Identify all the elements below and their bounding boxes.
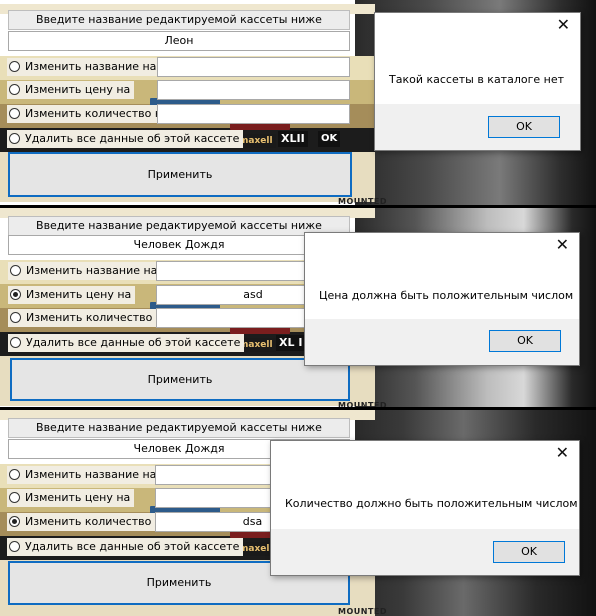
radio-rename[interactable] xyxy=(9,60,20,72)
dialog-message: Такой кассеты в каталоге нет xyxy=(389,73,565,86)
apply-button[interactable]: Применить xyxy=(8,152,352,197)
option-price-label: Изменить цену на xyxy=(25,491,131,504)
close-icon[interactable]: ✕ xyxy=(556,445,569,461)
option-price[interactable]: Изменить цену на xyxy=(7,81,135,99)
screenshot-panel-1: maxell XLII OK MOUNTED Введите название … xyxy=(0,0,596,205)
option-delete[interactable]: Удалить все данные об этой кассете xyxy=(7,538,244,556)
option-price-label: Изменить цену на xyxy=(26,288,132,301)
dialog-message: Цена должна быть положительным числом xyxy=(319,289,574,302)
radio-price[interactable] xyxy=(9,83,20,95)
apply-button[interactable]: Применить xyxy=(10,358,350,401)
dialog-footer: OK xyxy=(305,319,579,365)
option-quantity[interactable]: Изменить количество на xyxy=(7,105,173,123)
xlii-label: XLII xyxy=(278,131,308,147)
price-input[interactable] xyxy=(157,80,350,100)
option-price[interactable]: Изменить цену на xyxy=(8,286,136,304)
ok-button[interactable]: OK xyxy=(488,116,560,138)
cassette-name-input[interactable]: Леон xyxy=(8,31,350,51)
option-quantity-label: Изменить количество на xyxy=(25,107,169,120)
option-rename[interactable]: Изменить название на xyxy=(8,262,162,280)
option-rename-label: Изменить название на xyxy=(25,60,157,73)
ok-button[interactable]: OK xyxy=(489,330,561,352)
option-rename-label: Изменить название на xyxy=(26,264,158,277)
mounted-tag: MOUNTED xyxy=(338,197,388,206)
option-rename[interactable]: Изменить название на xyxy=(7,466,161,484)
option-price[interactable]: Изменить цену на xyxy=(7,489,135,507)
radio-delete[interactable] xyxy=(10,336,21,348)
error-dialog: ✕ Цена должна быть положительным числом … xyxy=(304,232,580,366)
option-rename-label: Изменить название на xyxy=(25,468,157,481)
error-dialog: ✕ Количество должно быть положительным ч… xyxy=(270,440,580,576)
dialog-message: Количество должно быть положительным чис… xyxy=(285,497,578,510)
header-label: Введите название редактируемой кассеты н… xyxy=(8,10,350,30)
radio-rename[interactable] xyxy=(9,468,20,480)
option-delete[interactable]: Удалить все данные об этой кассете xyxy=(8,334,245,352)
screenshot-panel-2: maxell XL I MOUNTED Введите название ред… xyxy=(0,208,596,407)
quantity-input[interactable] xyxy=(157,104,350,124)
radio-quantity[interactable] xyxy=(9,515,20,527)
option-quantity[interactable]: Изменить количество на xyxy=(8,309,174,327)
xl-label: XL I xyxy=(276,335,306,351)
option-rename[interactable]: Изменить название на xyxy=(7,58,161,76)
mounted-tag: MOUNTED xyxy=(338,607,388,616)
radio-delete[interactable] xyxy=(9,132,20,144)
cassette-name-input[interactable]: Человек Дождя xyxy=(8,235,350,255)
dialog-footer: OK xyxy=(375,104,580,150)
radio-rename[interactable] xyxy=(10,264,21,276)
error-dialog: ✕ Такой кассеты в каталоге нет OK xyxy=(374,12,581,151)
radio-delete[interactable] xyxy=(9,540,20,552)
option-delete-label: Удалить все данные об этой кассете xyxy=(25,540,240,553)
radio-quantity[interactable] xyxy=(10,311,21,323)
ok-label: OK xyxy=(318,131,341,147)
option-delete-label: Удалить все данные об этой кассете xyxy=(26,336,241,349)
header-label: Введите название редактируемой кассеты н… xyxy=(8,418,350,438)
header-label: Введите название редактируемой кассеты н… xyxy=(8,216,350,236)
radio-quantity[interactable] xyxy=(9,107,20,119)
close-icon[interactable]: ✕ xyxy=(556,237,569,253)
ok-button[interactable]: OK xyxy=(493,541,565,563)
option-quantity-label: Изменить количество на xyxy=(25,515,169,528)
screenshot-panel-3: maxell MOUNTED Введите название редактир… xyxy=(0,410,596,616)
radio-price[interactable] xyxy=(10,288,21,300)
option-delete[interactable]: Удалить все данные об этой кассете xyxy=(7,130,244,148)
dialog-footer: OK xyxy=(271,529,579,575)
option-delete-label: Удалить все данные об этой кассете xyxy=(25,132,240,145)
option-quantity-label: Изменить количество на xyxy=(26,311,170,324)
close-icon[interactable]: ✕ xyxy=(557,17,570,33)
radio-price[interactable] xyxy=(9,491,20,503)
option-price-label: Изменить цену на xyxy=(25,83,131,96)
new-name-input[interactable] xyxy=(157,57,350,77)
option-quantity[interactable]: Изменить количество на xyxy=(7,513,173,531)
